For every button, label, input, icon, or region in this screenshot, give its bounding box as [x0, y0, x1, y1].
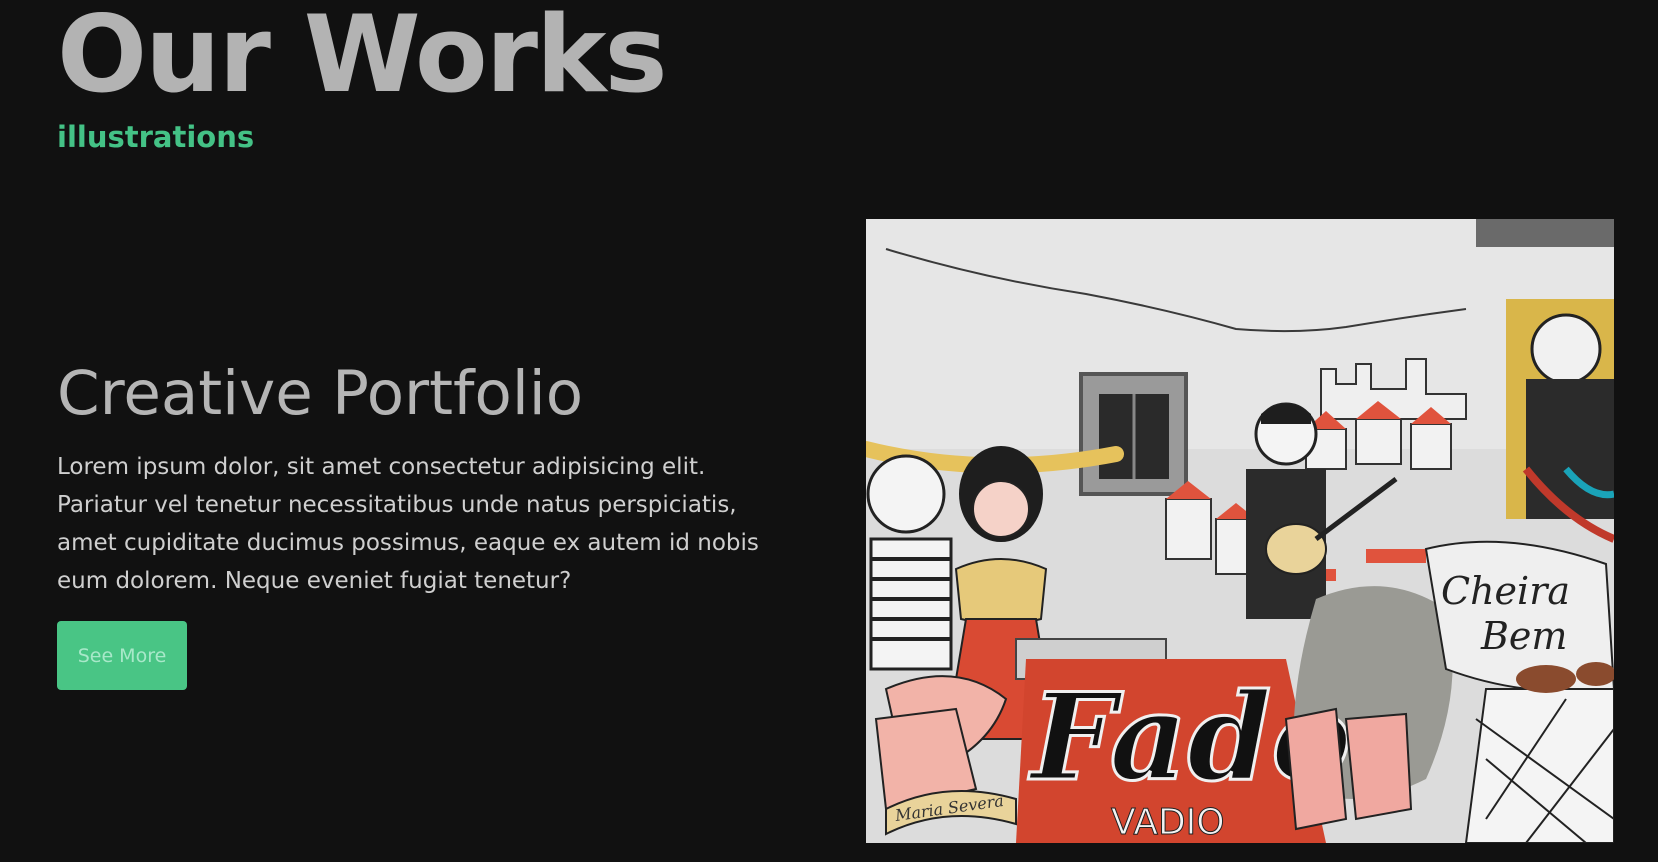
- page-subtitle: illustrations: [57, 120, 255, 154]
- street-art-image: Cheira Bem Fado VADIO Maria Severa: [866, 219, 1614, 843]
- feature-description: Lorem ipsum dolor, sit amet consectetur …: [57, 454, 759, 594]
- page-title: Our Works: [57, 0, 668, 116]
- feature-heading: Creative Portfolio: [57, 358, 584, 429]
- artwork-script-2: Bem: [1480, 614, 1567, 658]
- portfolio-page: Our Works illustrations Creative Portfol…: [0, 0, 1658, 862]
- artwork-lettering-vadio: VADIO: [1111, 802, 1225, 843]
- artwork-script-1: Cheira: [1441, 569, 1570, 613]
- see-more-button[interactable]: See More: [57, 621, 187, 690]
